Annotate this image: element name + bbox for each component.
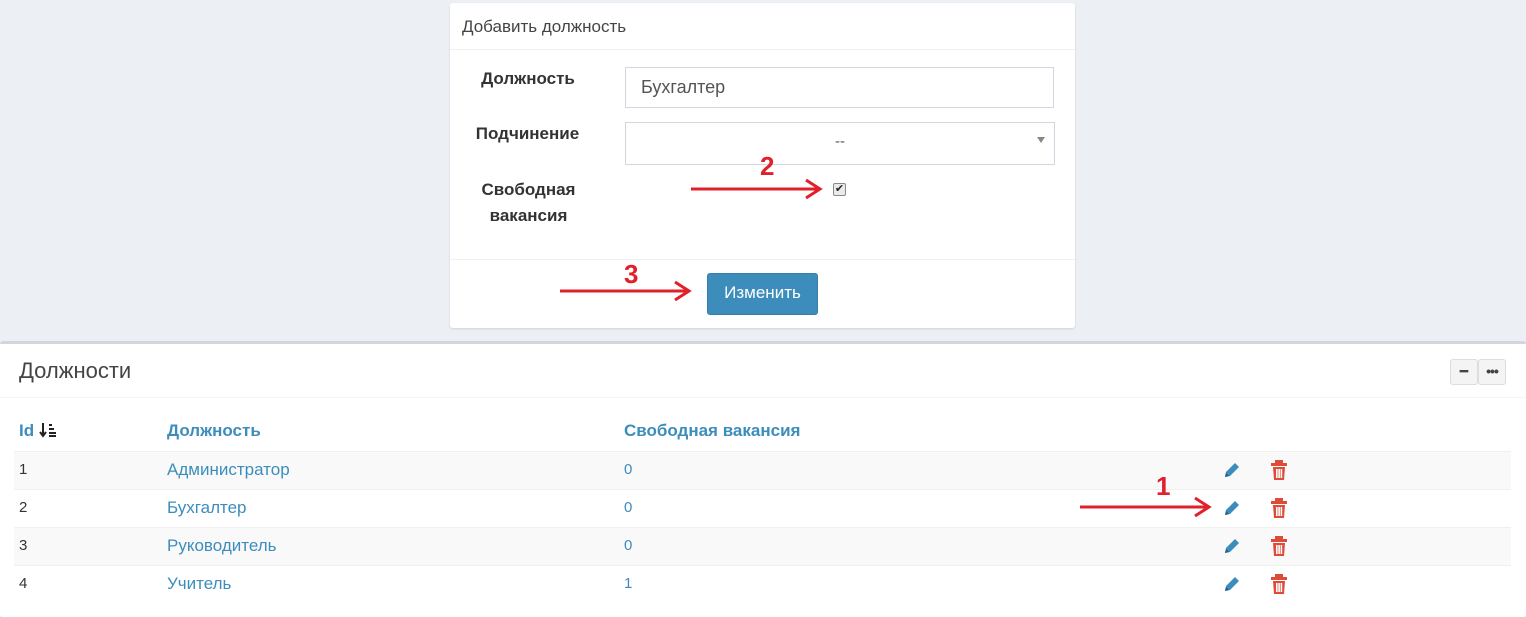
box-title: Должности <box>19 358 132 383</box>
annotation-arrow-right-icon <box>560 280 692 302</box>
position-input[interactable] <box>625 67 1054 108</box>
vacancy-label-line1: Свободная <box>481 180 576 199</box>
annotation-arrow-right-icon <box>1080 496 1212 518</box>
sort-amount-desc-icon <box>39 423 56 438</box>
cell-vacancy: 0 <box>624 461 633 478</box>
cell-vacancy: 0 <box>624 499 633 516</box>
collapse-button[interactable]: ━ <box>1450 359 1478 385</box>
ellipsis-icon: ••• <box>1486 363 1499 379</box>
annotation-arrow-right-icon <box>691 178 823 200</box>
column-header-vacancy[interactable]: Свободная вакансия <box>624 421 800 441</box>
column-header-position[interactable]: Должность <box>167 421 261 441</box>
cell-position-link[interactable]: Учитель <box>167 574 231 594</box>
box-header-divider <box>0 397 1526 398</box>
cell-position-link[interactable]: Бухгалтер <box>167 498 247 518</box>
vacancy-checkbox[interactable]: ✔ <box>833 183 846 196</box>
cell-vacancy: 0 <box>624 537 633 554</box>
cell-id: 1 <box>19 461 28 478</box>
subordination-select[interactable]: -- <box>625 122 1055 165</box>
table-row: 1 Администратор 0 <box>14 451 1511 490</box>
trash-icon[interactable] <box>1270 497 1288 519</box>
form-title: Добавить должность <box>450 3 1075 50</box>
submit-button[interactable]: Изменить <box>707 273 818 315</box>
vacancy-label: Свободная вакансия <box>472 177 585 229</box>
position-label: Должность <box>481 69 575 88</box>
pencil-icon[interactable] <box>1222 536 1242 556</box>
column-header-id[interactable]: Id <box>19 421 57 441</box>
trash-icon[interactable] <box>1270 573 1288 595</box>
cell-id: 3 <box>19 537 28 554</box>
trash-icon[interactable] <box>1270 459 1288 481</box>
table-row: 2 Бухгалтер 0 <box>14 489 1511 528</box>
vacancy-label-line2: вакансия <box>489 206 568 225</box>
table-row: 4 Учитель 1 <box>14 565 1511 604</box>
pencil-icon[interactable] <box>1222 460 1242 480</box>
column-header-id-label: Id <box>19 421 35 440</box>
cell-position-link[interactable]: Администратор <box>167 460 290 480</box>
minus-icon: ━ <box>1459 363 1469 379</box>
check-icon: ✔ <box>834 183 845 195</box>
cell-id: 2 <box>19 499 28 516</box>
form-footer-divider <box>450 259 1075 260</box>
subordination-selected-value: -- <box>835 133 845 150</box>
pencil-icon[interactable] <box>1222 574 1242 594</box>
subordination-label: Подчинение <box>475 124 580 143</box>
pencil-icon[interactable] <box>1222 498 1242 518</box>
more-options-button[interactable]: ••• <box>1478 359 1506 385</box>
caret-down-icon <box>1037 137 1045 143</box>
table-row: 3 Руководитель 0 <box>14 527 1511 566</box>
cell-position-link[interactable]: Руководитель <box>167 536 277 556</box>
positions-box: Должности ━ ••• Id Должность Свободная в… <box>0 341 1526 617</box>
cell-vacancy: 1 <box>624 575 633 592</box>
trash-icon[interactable] <box>1270 535 1288 557</box>
cell-id: 4 <box>19 575 28 592</box>
